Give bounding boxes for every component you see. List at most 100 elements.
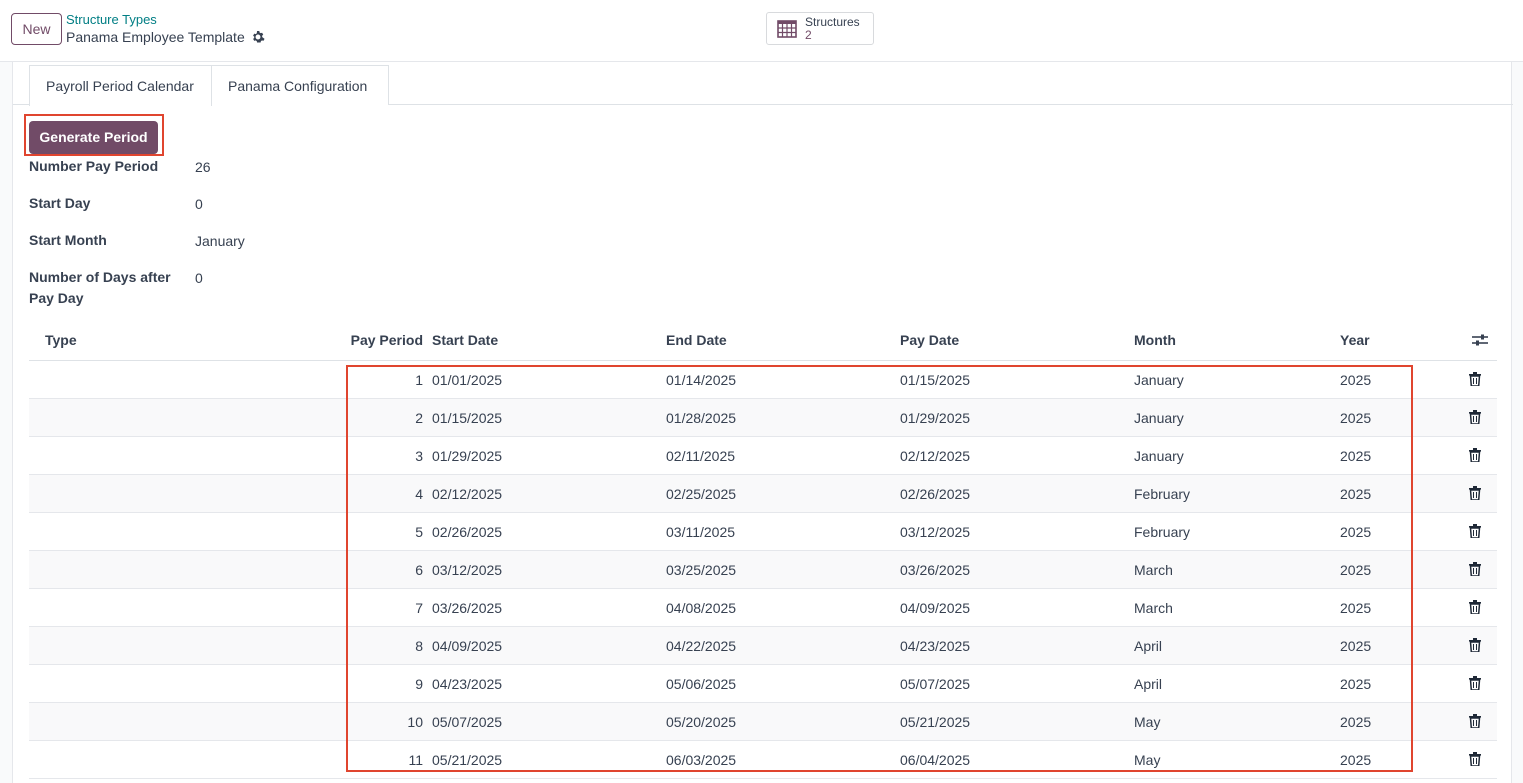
column-header-pay-date[interactable]: Pay Date: [900, 332, 959, 348]
notebook-tabs: Payroll Period Calendar Panama Configura…: [13, 65, 1513, 106]
trash-icon[interactable]: [1469, 562, 1481, 576]
cell-end-date: 03/11/2025: [666, 524, 736, 540]
tab-panama-configuration[interactable]: Panama Configuration: [212, 65, 389, 105]
column-header-month[interactable]: Month: [1134, 332, 1176, 348]
field-value-start-day[interactable]: 0: [195, 196, 203, 212]
cell-month: April: [1134, 638, 1163, 654]
field-label-start-day: Start Day: [29, 195, 91, 211]
cell-year: 2025: [1340, 448, 1372, 464]
column-header-start-date[interactable]: Start Date: [432, 332, 498, 348]
table-row[interactable]: 1 01/01/2025 01/14/2025 01/15/2025 Janua…: [29, 361, 1497, 399]
cell-start-date: 02/26/2025: [432, 524, 503, 540]
cell-pay-date: 04/23/2025: [900, 638, 971, 654]
trash-icon[interactable]: [1469, 752, 1481, 766]
cell-pay-period: 4: [415, 486, 423, 502]
smart-button-label: Structures: [805, 14, 860, 29]
cell-year: 2025: [1340, 372, 1372, 388]
trash-icon[interactable]: [1469, 372, 1481, 386]
cell-year: 2025: [1340, 410, 1372, 426]
cell-end-date: 04/08/2025: [666, 600, 737, 616]
field-value-days-after-pay-day[interactable]: 0: [195, 270, 203, 286]
field-value-number-pay-period[interactable]: 26: [195, 159, 211, 175]
cell-year: 2025: [1340, 524, 1372, 540]
cell-start-date: 05/21/2025: [432, 752, 503, 768]
cell-month: January: [1134, 372, 1184, 388]
cell-month: May: [1134, 714, 1161, 730]
cell-end-date: 03/25/2025: [666, 562, 737, 578]
cell-year: 2025: [1340, 562, 1372, 578]
cell-month: February: [1134, 524, 1191, 540]
table-row[interactable]: 6 03/12/2025 03/25/2025 03/26/2025 March…: [29, 551, 1497, 589]
trash-icon[interactable]: [1469, 714, 1481, 728]
generate-period-button[interactable]: Generate Period: [29, 121, 158, 154]
cell-pay-date: 05/07/2025: [900, 676, 971, 692]
cell-start-date: 05/07/2025: [432, 714, 503, 730]
cell-start-date: 04/23/2025: [432, 676, 503, 692]
tab-payroll-period-calendar[interactable]: Payroll Period Calendar: [29, 65, 212, 106]
cell-month: April: [1134, 676, 1163, 692]
cell-end-date: 02/11/2025: [666, 448, 736, 464]
trash-icon[interactable]: [1469, 638, 1481, 652]
field-label-number-pay-period: Number Pay Period: [29, 158, 159, 174]
cell-year: 2025: [1340, 676, 1372, 692]
column-header-pay-period[interactable]: Pay Period: [351, 332, 423, 348]
table-row[interactable]: 11 05/21/2025 06/03/2025 06/04/2025 May …: [29, 741, 1497, 779]
cell-year: 2025: [1340, 714, 1372, 730]
control-panel: New Structure Types Panama Employee Temp…: [0, 0, 1523, 62]
cell-pay-period: 7: [415, 600, 423, 616]
column-header-year[interactable]: Year: [1340, 332, 1370, 348]
cell-start-date: 01/01/2025: [432, 372, 503, 388]
cell-pay-date: 02/26/2025: [900, 486, 971, 502]
cell-pay-date: 06/04/2025: [900, 752, 971, 768]
column-header-end-date[interactable]: End Date: [666, 332, 727, 348]
cell-pay-date: 05/21/2025: [900, 714, 971, 730]
calendar-grid-icon: [777, 19, 797, 38]
cell-pay-period: 8: [415, 638, 423, 654]
table-row[interactable]: 5 02/26/2025 03/11/2025 03/12/2025 Febru…: [29, 513, 1497, 551]
trash-icon[interactable]: [1469, 600, 1481, 614]
cell-end-date: 04/22/2025: [666, 638, 737, 654]
cell-end-date: 05/20/2025: [666, 714, 737, 730]
trash-icon[interactable]: [1469, 524, 1481, 538]
trash-icon[interactable]: [1469, 676, 1481, 690]
table-row[interactable]: 8 04/09/2025 04/22/2025 04/23/2025 April…: [29, 627, 1497, 665]
cell-start-date: 02/12/2025: [432, 486, 503, 502]
table-header: Type Pay Period Start Date End Date Pay …: [29, 320, 1497, 361]
table-body: 1 01/01/2025 01/14/2025 01/15/2025 Janua…: [29, 361, 1497, 779]
cell-pay-period: 1: [415, 372, 423, 388]
breadcrumb-parent-link[interactable]: Structure Types: [66, 12, 157, 27]
cell-pay-period: 5: [415, 524, 423, 540]
table-row[interactable]: 3 01/29/2025 02/11/2025 02/12/2025 Janua…: [29, 437, 1497, 475]
cell-pay-period: 6: [415, 562, 423, 578]
new-button[interactable]: New: [11, 13, 62, 45]
cell-end-date: 01/14/2025: [666, 372, 737, 388]
cell-end-date: 01/28/2025: [666, 410, 737, 426]
cell-year: 2025: [1340, 638, 1372, 654]
trash-icon[interactable]: [1469, 486, 1481, 500]
field-value-start-month[interactable]: January: [195, 233, 245, 249]
trash-icon[interactable]: [1469, 448, 1481, 462]
table-row[interactable]: 9 04/23/2025 05/06/2025 05/07/2025 April…: [29, 665, 1497, 703]
table-row[interactable]: 10 05/07/2025 05/20/2025 05/21/2025 May …: [29, 703, 1497, 741]
table-row[interactable]: 2 01/15/2025 01/28/2025 01/29/2025 Janua…: [29, 399, 1497, 437]
gear-icon[interactable]: [251, 30, 265, 44]
column-header-type[interactable]: Type: [45, 332, 77, 348]
pay-period-table: Type Pay Period Start Date End Date Pay …: [29, 320, 1497, 779]
trash-icon[interactable]: [1469, 410, 1481, 424]
cell-pay-date: 01/29/2025: [900, 410, 971, 426]
smart-button-count: 2: [805, 27, 812, 42]
sliders-icon[interactable]: [1472, 333, 1488, 347]
table-row[interactable]: 7 03/26/2025 04/08/2025 04/09/2025 March…: [29, 589, 1497, 627]
cell-month: February: [1134, 486, 1191, 502]
cell-start-date: 03/12/2025: [432, 562, 503, 578]
cell-pay-date: 03/26/2025: [900, 562, 971, 578]
cell-month: March: [1134, 600, 1173, 616]
cell-start-date: 04/09/2025: [432, 638, 503, 654]
structures-smart-button[interactable]: Structures 2: [766, 12, 874, 45]
cell-pay-date: 04/09/2025: [900, 600, 971, 616]
table-row[interactable]: 4 02/12/2025 02/25/2025 02/26/2025 Febru…: [29, 475, 1497, 513]
field-label-start-month: Start Month: [29, 232, 107, 248]
cell-year: 2025: [1340, 600, 1372, 616]
cell-pay-period: 2: [415, 410, 423, 426]
cell-pay-date: 02/12/2025: [900, 448, 971, 464]
